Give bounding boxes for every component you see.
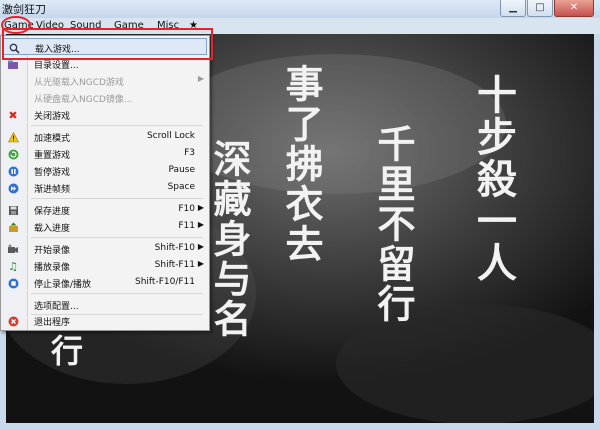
menu-item-start-recording[interactable]: 开始录像 Shift-F10 ▶ [2, 240, 207, 257]
menu-item-shortcut: Space [167, 182, 195, 192]
window-controls: ▁ □ ✕ [500, 0, 594, 18]
menu-item-label: 加速模式 [34, 134, 71, 144]
close-x-icon: ✖ [8, 108, 18, 122]
menu-item-reset-game[interactable]: 重置游戏 F3 [2, 145, 207, 162]
menu-item-stop-recording[interactable]: 停止录像/播放 Shift-F10/F11 [2, 274, 207, 291]
menu-item-shortcut: F3 [184, 148, 195, 158]
close-button[interactable]: ✕ [554, 0, 594, 17]
menu-item-label: 载入进度 [34, 224, 71, 234]
menu-item-label: 关闭游戏 [34, 112, 71, 122]
menu-item-exit[interactable]: 退出程序 [2, 312, 207, 329]
menu-item-label: 播放录像 [34, 263, 71, 273]
submenu-arrow-icon: ▶ [197, 203, 204, 212]
title-bar[interactable]: 激剑狂刀 ▁ □ ✕ [0, 0, 600, 18]
menu-separator [31, 125, 203, 126]
menu-item-shortcut: Scroll Lock [146, 131, 195, 141]
menu-item-label: 暂停游戏 [34, 168, 71, 178]
menu-item-label: 从硬盘载入NGCD镜像... [34, 95, 133, 105]
menu-item-shortcut: Shift-F10/F11 [135, 277, 195, 287]
menu-item-shortcut: Shift-F10 [154, 243, 195, 253]
menu-item-frame-advance[interactable]: 渐进帧频 Space [2, 179, 207, 196]
menu-item-close-game[interactable]: ✖ 关闭游戏 [2, 106, 207, 123]
menu-separator [31, 293, 203, 294]
menu-item-turbo-mode[interactable]: 加速模式 Scroll Lock [2, 128, 207, 145]
menu-item-label: 停止录像/播放 [34, 280, 92, 290]
calligraphy-column-4: 深藏身与名 [207, 139, 252, 339]
warning-icon [7, 131, 19, 143]
exit-icon [7, 315, 19, 327]
annotation-highlight-box [2, 28, 213, 60]
menu-item-label: 开始录像 [34, 246, 71, 256]
menu-separator [31, 237, 203, 238]
menu-item-shortcut: Shift-F11 [154, 260, 195, 270]
submenu-arrow-icon: ▶ [197, 220, 204, 229]
calligraphy-column-5: 行 [46, 334, 84, 368]
submenu-arrow-icon: ▶ [197, 74, 204, 83]
window-title: 激剑狂刀 [2, 3, 46, 16]
menu-item-label: 渐进帧频 [34, 185, 71, 195]
menu-separator [31, 198, 203, 199]
load-icon [7, 221, 19, 233]
minimize-button[interactable]: ▁ [500, 0, 526, 17]
menu-item-label: 从光驱载入NGCD游戏 [34, 78, 124, 88]
submenu-arrow-icon: ▶ [197, 242, 204, 251]
menu-item-load-state[interactable]: 载入进度 F11 ▶ [2, 218, 207, 235]
stop-icon [7, 277, 19, 289]
menu-item-pause-game[interactable]: 暂停游戏 Pause [2, 162, 207, 179]
calligraphy-column-1: 十步殺一人 [470, 74, 517, 284]
menu-item-label: 选项配置... [34, 302, 79, 312]
game-dropdown-menu: 载入游戏... 目录设置... 从光驱载入NGCD游戏 ▶ 从硬盘载入NGCD镜… [0, 35, 210, 331]
menu-item-label: 退出程序 [34, 318, 71, 328]
maximize-button[interactable]: □ [527, 0, 553, 17]
calligraphy-column-2: 千里不留行 [371, 124, 416, 324]
menu-item-play-recording[interactable]: ♫ 播放录像 Shift-F11 ▶ [2, 257, 207, 274]
menu-item-label: 保存进度 [34, 207, 71, 217]
fast-forward-icon [7, 182, 19, 194]
reset-icon [7, 148, 19, 160]
music-play-icon: ♫ [8, 259, 18, 273]
menu-item-label: 重置游戏 [34, 151, 71, 161]
menu-item-shortcut: F11 [178, 221, 195, 231]
submenu-arrow-icon: ▶ [197, 259, 204, 268]
menu-item-load-ngcd-image[interactable]: 从硬盘载入NGCD镜像... [2, 89, 207, 106]
menu-item-shortcut: Pause [168, 165, 195, 175]
calligraphy-column-3: 事了拂衣去 [279, 64, 324, 264]
save-icon [7, 204, 19, 216]
pause-icon [7, 165, 19, 177]
menu-item-shortcut: F10 [178, 204, 195, 214]
menu-item-save-state[interactable]: 保存进度 F10 ▶ [2, 201, 207, 218]
record-icon [7, 243, 19, 255]
menu-item-options[interactable]: 选项配置... [2, 296, 207, 313]
menu-item-load-ngcd-cdrom[interactable]: 从光驱载入NGCD游戏 ▶ [2, 72, 207, 89]
